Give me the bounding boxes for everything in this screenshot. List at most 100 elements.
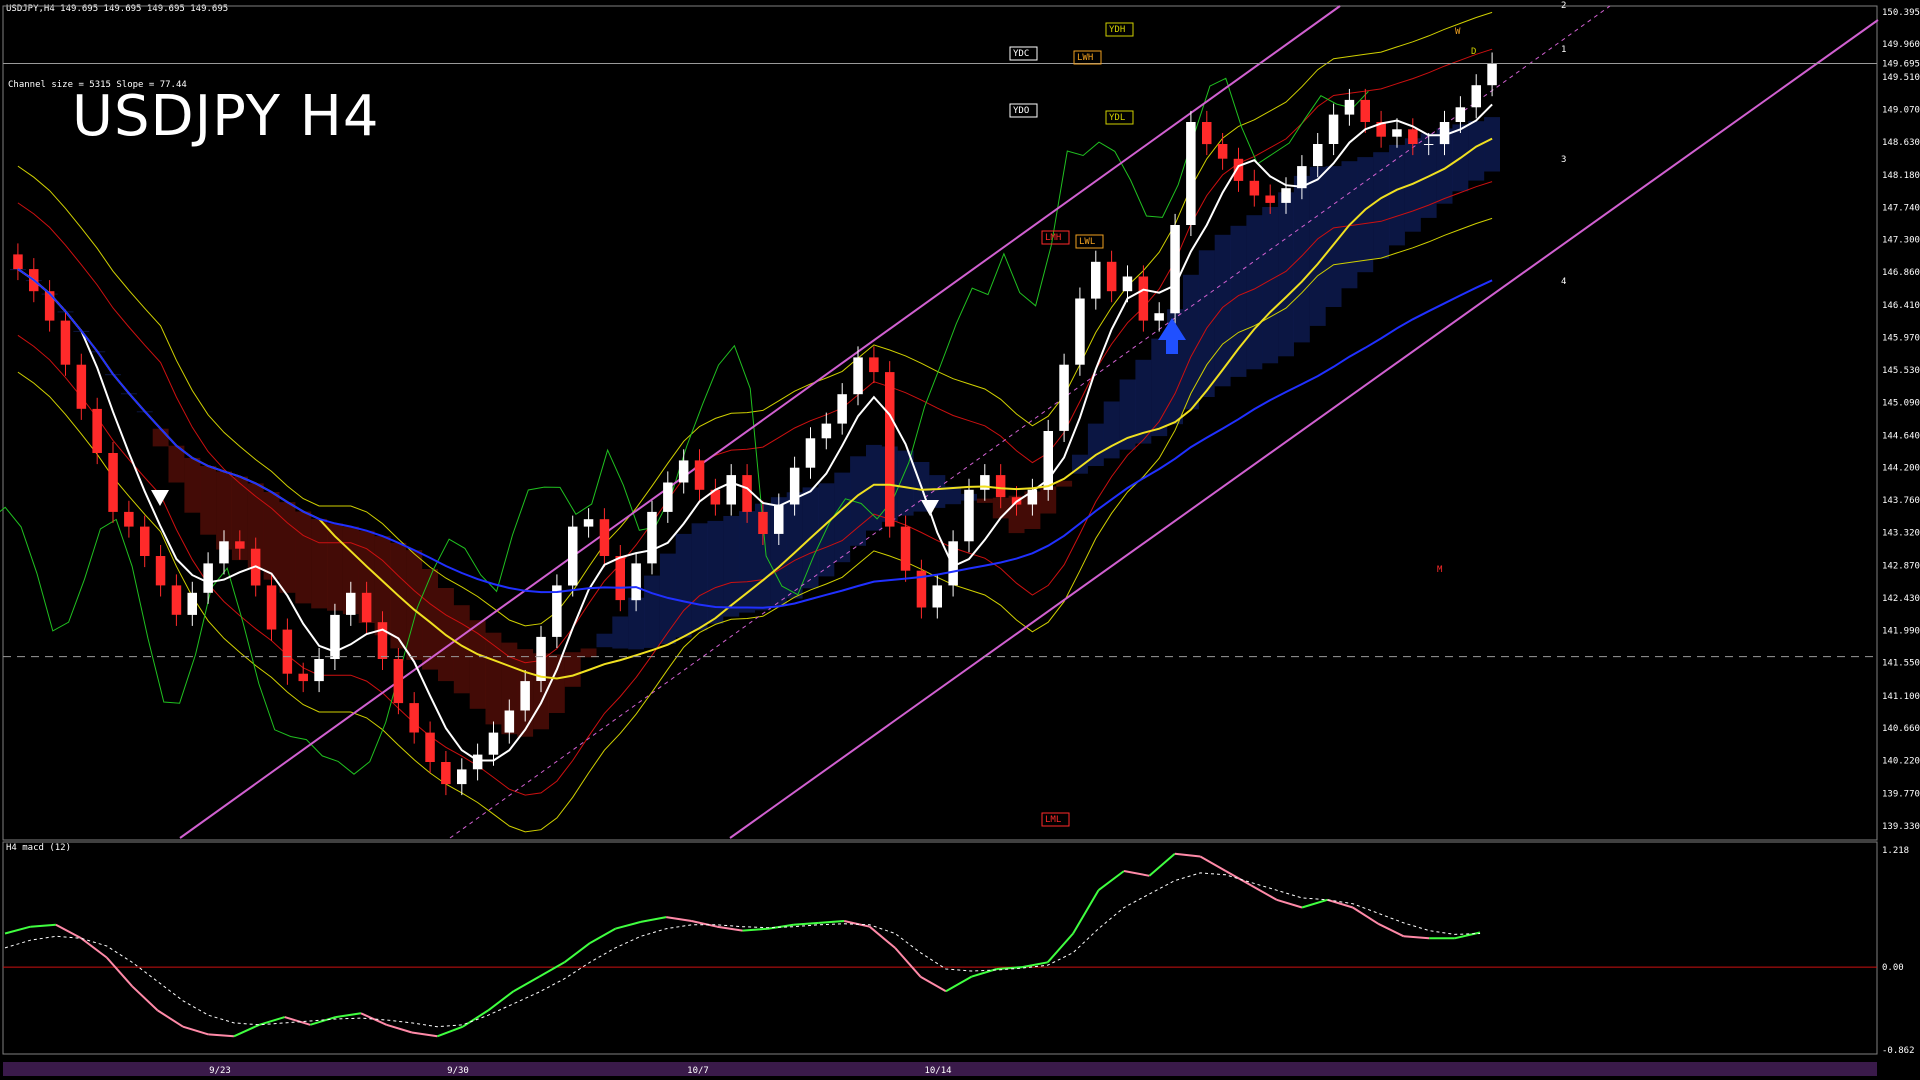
candle-body	[805, 438, 816, 468]
date-axis: 9/23 9/30 10/7 10/14	[3, 1062, 1877, 1076]
candle-body	[995, 475, 1006, 498]
candle-body	[1122, 276, 1133, 292]
cloud-segment	[612, 616, 629, 649]
price-tick-label: 139.330	[1882, 822, 1920, 832]
candle-body	[425, 732, 435, 762]
regression-channel	[179, 5, 1879, 839]
price-tick-label: 141.100	[1882, 692, 1920, 702]
cloud-segment	[1309, 166, 1326, 326]
price-tick-label: 149.960	[1882, 40, 1920, 50]
macd-segment	[1199, 855, 1227, 872]
cloud-segment	[200, 466, 217, 535]
candle-body	[869, 357, 879, 373]
candle-body	[885, 372, 895, 527]
candle-body	[108, 453, 118, 512]
candle-body	[774, 504, 784, 534]
cloud-segment	[311, 518, 328, 609]
cloud-segment	[675, 533, 692, 638]
cloud-segment	[644, 575, 660, 648]
candlesticks	[13, 52, 1497, 796]
macd-segment	[208, 1033, 234, 1038]
price-tick-label: 146.860	[1882, 268, 1920, 278]
candle-body	[1249, 180, 1260, 196]
candle-body	[298, 673, 308, 682]
macd-segment	[1250, 884, 1278, 901]
macd-segment	[1022, 961, 1048, 969]
candle-body	[1091, 261, 1101, 299]
price-tick-label: 142.870	[1882, 562, 1920, 572]
candle-body	[314, 659, 324, 682]
macd-segment	[538, 961, 565, 978]
macd-segment	[309, 1016, 336, 1026]
cloud-segment	[691, 523, 708, 631]
cloud-segment	[1389, 144, 1405, 246]
candle-body	[1360, 99, 1370, 122]
macd-segment	[105, 956, 133, 987]
candle-body	[1392, 129, 1402, 137]
candle-body	[1471, 85, 1481, 108]
date-label: 10/14	[924, 1066, 951, 1076]
cloud-segment	[834, 472, 851, 563]
candle-body	[203, 563, 213, 593]
price-tick-label: 143.320	[1882, 529, 1920, 539]
candle-body	[1138, 276, 1149, 321]
macd-segment	[1454, 931, 1481, 940]
price-tick-label: 145.970	[1882, 334, 1920, 344]
candle-body	[536, 636, 546, 681]
macd-segment	[691, 920, 718, 928]
macd-segment	[1097, 870, 1125, 891]
trading-chart[interactable]: 150.395 149.960 149.510 149.070 148.630 148.1…	[0, 0, 1920, 1080]
macd-segment	[920, 975, 947, 993]
candle-body	[678, 460, 689, 483]
envelope-bands	[0, 11, 1493, 833]
candle-body	[1344, 99, 1355, 115]
price-axis: 150.395 149.960 149.510 149.070 148.630 148.1…	[1882, 8, 1920, 832]
macd-segment	[30, 923, 56, 928]
macd-signal-line	[4, 872, 1481, 1028]
candle-body	[583, 519, 594, 527]
candle-body	[187, 592, 197, 615]
candle-body	[726, 475, 736, 505]
channel-mid-line	[449, 5, 1611, 839]
candle-body	[552, 585, 562, 637]
macd-segment	[1046, 932, 1074, 963]
candle-body	[1154, 313, 1164, 321]
candle-body	[758, 511, 768, 534]
cloud-segment	[1484, 117, 1500, 172]
cloud-segment	[1119, 379, 1136, 450]
macd-segment	[360, 1012, 387, 1026]
annotation-label: 2	[1561, 1, 1566, 11]
candle-body	[266, 585, 277, 630]
candle-body	[1313, 144, 1323, 167]
cloud-segment	[1183, 274, 1199, 410]
candle-body	[235, 541, 245, 549]
candle-body	[1487, 63, 1497, 86]
cloud-segment	[564, 652, 581, 687]
candle-body	[441, 762, 451, 785]
macd-segment	[1327, 898, 1354, 909]
candle-body	[1075, 298, 1085, 365]
macd-tick-label: 1.218	[1882, 846, 1909, 856]
macd-segment	[1225, 870, 1252, 887]
candle-body	[171, 585, 182, 615]
candle-body	[1186, 122, 1196, 225]
signal-marks: YDH YDC LWH YDO YDL LMH LWL LML M WD 1 2 3 4	[151, 1, 1566, 827]
candle-body	[520, 681, 530, 711]
macd-segment	[80, 937, 108, 959]
macd-lines: 1.218 0.00 -0.862	[3, 846, 1915, 1056]
macd-tick-label: 0.00	[1882, 963, 1904, 973]
macd-segment	[894, 947, 922, 978]
date-label: 10/7	[687, 1066, 709, 1076]
annotation-label: LWH	[1077, 53, 1093, 63]
candle-body	[1328, 114, 1339, 144]
candle-body	[1455, 107, 1466, 122]
price-tick-label: 140.660	[1882, 724, 1920, 734]
candle-body	[346, 592, 356, 615]
current-price-tag: 149.695	[1882, 60, 1920, 70]
macd-segment	[487, 990, 515, 1012]
candle-body	[504, 710, 515, 733]
candle-body	[599, 519, 610, 556]
macd-segment	[1377, 922, 1405, 938]
candle-body	[361, 592, 372, 623]
price-tick-label: 146.410	[1882, 301, 1920, 311]
